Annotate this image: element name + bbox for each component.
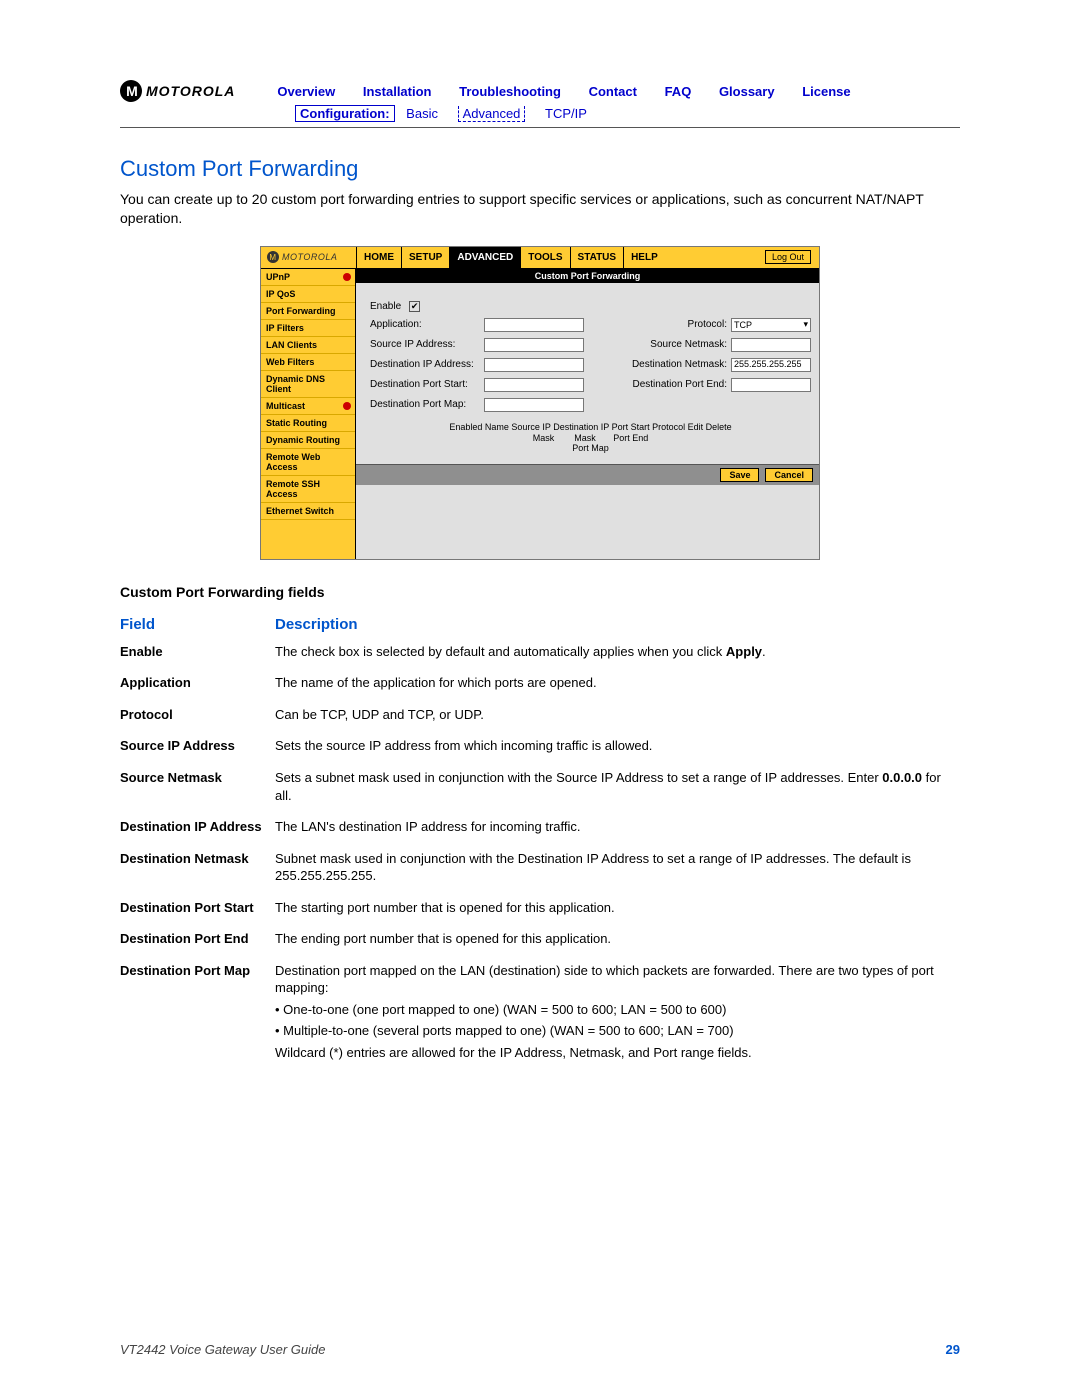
source-ip-label: Source IP Address:: [370, 339, 480, 350]
footer-page-number: 29: [946, 1342, 960, 1357]
cancel-button[interactable]: Cancel: [765, 468, 813, 482]
sub-tcpip[interactable]: TCP/IP: [545, 106, 587, 121]
nav-troubleshooting[interactable]: Troubleshooting: [459, 84, 561, 99]
field-row: Destination Port Map Destination port ma…: [120, 962, 960, 1062]
field-row: ProtocolCan be TCP, UDP and TCP, or UDP.: [120, 706, 960, 724]
dest-ip-input[interactable]: [484, 358, 584, 372]
nav-faq[interactable]: FAQ: [665, 84, 692, 99]
configuration-label: Configuration:: [295, 105, 395, 122]
field-row: Destination IP AddressThe LAN's destinat…: [120, 818, 960, 836]
sub-nav: Configuration: Basic Advanced TCP/IP: [295, 106, 960, 121]
col-description-header: Description: [275, 616, 358, 633]
header-rule: [120, 127, 960, 128]
tab-help[interactable]: HELP: [623, 247, 665, 268]
tab-status[interactable]: STATUS: [570, 247, 624, 268]
sidebar-item-lan-clients[interactable]: LAN Clients: [261, 337, 355, 354]
logo: M MOTOROLA: [120, 80, 235, 102]
sidebar-item-ethernet-switch[interactable]: Ethernet Switch: [261, 503, 355, 520]
sidebar-item-upnp[interactable]: UPnP: [261, 269, 355, 286]
chevron-down-icon: ▾: [803, 319, 808, 330]
source-netmask-label: Source Netmask:: [650, 339, 727, 350]
sidebar-item-ipqos[interactable]: IP QoS: [261, 286, 355, 303]
tab-advanced[interactable]: ADVANCED: [449, 247, 520, 268]
sidebar-item-multicast[interactable]: Multicast: [261, 398, 355, 415]
sidebar-item-static-routing[interactable]: Static Routing: [261, 415, 355, 432]
enable-checkbox[interactable]: ✔: [409, 301, 420, 312]
field-row: Source IP AddressSets the source IP addr…: [120, 737, 960, 755]
sidebar-item-ip-filters[interactable]: IP Filters: [261, 320, 355, 337]
enable-label: Enable: [370, 301, 401, 312]
field-row: ApplicationThe name of the application f…: [120, 674, 960, 692]
nav-glossary[interactable]: Glossary: [719, 84, 775, 99]
nav-contact[interactable]: Contact: [589, 84, 637, 99]
dest-port-end-input[interactable]: [731, 378, 811, 392]
section-title: Custom Port Forwarding: [120, 156, 960, 182]
dest-port-start-input[interactable]: [484, 378, 584, 392]
sub-basic[interactable]: Basic: [406, 106, 438, 121]
sidebar-item-ddns[interactable]: Dynamic DNS Client: [261, 371, 355, 398]
nav-license[interactable]: License: [802, 84, 850, 99]
tab-tools[interactable]: TOOLS: [520, 247, 569, 268]
tab-home[interactable]: HOME: [356, 247, 401, 268]
sidebar: UPnP IP QoS Port Forwarding IP Filters L…: [261, 269, 356, 559]
field-row: Destination Port StartThe starting port …: [120, 899, 960, 917]
tab-setup[interactable]: SETUP: [401, 247, 449, 268]
brand-text: MOTOROLA: [146, 83, 235, 99]
field-row: EnableThe check box is selected by defau…: [120, 643, 960, 661]
sidebar-item-dynamic-routing[interactable]: Dynamic Routing: [261, 432, 355, 449]
intro-text: You can create up to 20 custom port forw…: [120, 190, 960, 228]
dest-netmask-input[interactable]: 255.255.255.255: [731, 358, 811, 372]
router-ui-screenshot: MMOTOROLA HOME SETUP ADVANCED TOOLS STAT…: [260, 246, 820, 560]
source-netmask-input[interactable]: [731, 338, 811, 352]
sidebar-item-web-filters[interactable]: Web Filters: [261, 354, 355, 371]
field-row: Destination NetmaskSubnet mask used in c…: [120, 850, 960, 885]
field-row: Source NetmaskSets a subnet mask used in…: [120, 769, 960, 804]
sidebar-item-remote-ssh[interactable]: Remote SSH Access: [261, 476, 355, 503]
motorola-icon: M: [120, 80, 142, 102]
logout-button[interactable]: Log Out: [765, 250, 811, 264]
dest-ip-label: Destination IP Address:: [370, 359, 480, 370]
sidebar-item-remote-web[interactable]: Remote Web Access: [261, 449, 355, 476]
ui-brand: MMOTOROLA: [261, 251, 356, 263]
application-input[interactable]: [484, 318, 584, 332]
source-ip-input[interactable]: [484, 338, 584, 352]
protocol-label: Protocol:: [688, 319, 727, 330]
col-field-header: Field: [120, 616, 275, 633]
application-label: Application:: [370, 319, 480, 330]
field-row: Destination Port EndThe ending port numb…: [120, 930, 960, 948]
dest-port-map-label: Destination Port Map:: [370, 399, 480, 410]
save-button[interactable]: Save: [720, 468, 759, 482]
table-header: Enabled Name Source IP Destination IP Po…: [370, 418, 811, 458]
dest-port-end-label: Destination Port End:: [633, 379, 728, 390]
sidebar-item-port-forwarding[interactable]: Port Forwarding: [261, 303, 355, 320]
fields-section-title: Custom Port Forwarding fields: [120, 584, 960, 600]
footer-doc-title: VT2442 Voice Gateway User Guide: [120, 1342, 325, 1357]
top-nav: Overview Installation Troubleshooting Co…: [265, 84, 862, 99]
dest-port-map-input[interactable]: [484, 398, 584, 412]
dest-port-start-label: Destination Port Start:: [370, 379, 480, 390]
nav-overview[interactable]: Overview: [277, 84, 335, 99]
nav-installation[interactable]: Installation: [363, 84, 432, 99]
dest-netmask-label: Destination Netmask:: [632, 359, 727, 370]
status-dot-icon: [343, 402, 351, 410]
panel-title: Custom Port Forwarding: [356, 269, 819, 283]
protocol-select[interactable]: TCP▾: [731, 318, 811, 332]
sub-advanced[interactable]: Advanced: [458, 106, 526, 122]
status-dot-icon: [343, 273, 351, 281]
